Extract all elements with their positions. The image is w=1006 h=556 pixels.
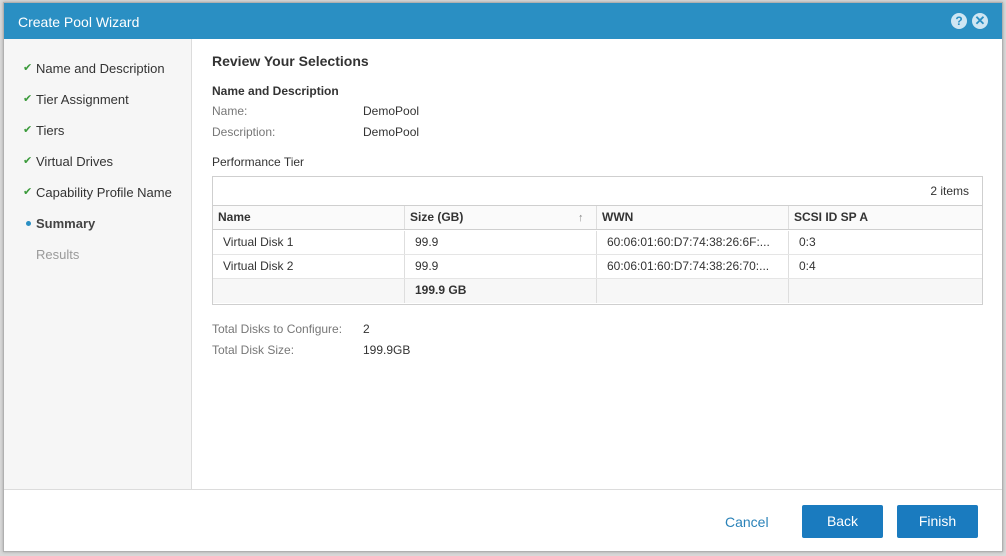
column-header-scsi-id[interactable]: SCSI ID SP A bbox=[789, 206, 982, 229]
cell-scsi-id: 0:3 bbox=[799, 235, 816, 249]
performance-tier-grid: 2 items Name Size (GB) ↑ WWN SCSI ID SP … bbox=[212, 176, 983, 305]
dialog-title: Create Pool Wizard bbox=[18, 14, 140, 30]
help-icon[interactable]: ? bbox=[951, 13, 967, 29]
name-label: Name: bbox=[212, 104, 248, 118]
table-row[interactable]: Virtual Disk 2 99.9 60:06:01:60:D7:74:38… bbox=[213, 255, 982, 279]
cell-wwn: 60:06:01:60:D7:74:38:26:6F:... bbox=[597, 231, 789, 254]
cell-scsi-id: 0:4 bbox=[799, 259, 816, 273]
cell-size: 99.9 bbox=[405, 231, 597, 254]
check-icon: ✔ bbox=[23, 93, 33, 105]
description-label: Description: bbox=[212, 125, 276, 139]
total-disks-label: Total Disks to Configure: bbox=[212, 322, 343, 336]
check-icon: ✔ bbox=[23, 186, 33, 198]
sort-ascending-icon[interactable]: ↑ bbox=[578, 211, 588, 225]
total-size-label: Total Disk Size: bbox=[212, 343, 295, 357]
step-capability-profile-name[interactable]: ✔ Capability Profile Name bbox=[4, 183, 190, 205]
item-count: 2 items bbox=[930, 184, 969, 198]
cancel-button[interactable]: Cancel bbox=[725, 514, 769, 530]
column-header-size-label: Size (GB) bbox=[410, 210, 464, 224]
step-name-and-description[interactable]: ✔ Name and Description bbox=[4, 59, 190, 81]
step-label: Capability Profile Name bbox=[36, 185, 172, 200]
cell-size: 99.9 bbox=[405, 255, 597, 278]
total-cell-size: 199.9 GB bbox=[405, 279, 597, 303]
dialog-titlebar: Create Pool Wizard ? ✕ bbox=[4, 3, 1002, 39]
page-title: Review Your Selections bbox=[212, 53, 369, 69]
finish-button[interactable]: Finish bbox=[897, 505, 978, 538]
name-description-section-title: Name and Description bbox=[212, 84, 339, 98]
cell-wwn: 60:06:01:60:D7:74:38:26:70:... bbox=[597, 255, 789, 278]
step-label: Virtual Drives bbox=[36, 154, 114, 169]
check-icon: ✔ bbox=[23, 124, 33, 136]
close-icon[interactable]: ✕ bbox=[972, 13, 988, 29]
total-cell-wwn bbox=[597, 279, 789, 303]
step-label: Tiers bbox=[36, 123, 65, 138]
description-value: DemoPool bbox=[363, 125, 420, 139]
column-header-name[interactable]: Name bbox=[213, 206, 405, 229]
check-icon: ✔ bbox=[23, 155, 33, 167]
name-value: DemoPool bbox=[363, 104, 420, 118]
current-step-bullet-icon bbox=[26, 221, 31, 226]
check-icon: ✔ bbox=[23, 62, 33, 74]
column-header-size[interactable]: Size (GB) ↑ bbox=[405, 206, 597, 229]
step-results: Results bbox=[4, 245, 190, 267]
review-content: Review Your Selections Name and Descript… bbox=[212, 39, 992, 489]
table-total-row: 199.9 GB bbox=[213, 279, 982, 303]
total-cell-scsi-id bbox=[789, 279, 982, 303]
back-button[interactable]: Back bbox=[802, 505, 883, 538]
table-row[interactable]: Virtual Disk 1 99.9 60:06:01:60:D7:74:38… bbox=[213, 231, 982, 255]
total-cell-name bbox=[213, 279, 405, 303]
total-disks-value: 2 bbox=[363, 322, 370, 336]
step-label: Name and Description bbox=[36, 61, 165, 76]
cell-name: Virtual Disk 1 bbox=[213, 231, 405, 254]
step-label: Tier Assignment bbox=[36, 92, 129, 107]
dialog-footer: Cancel Back Finish bbox=[4, 489, 1002, 551]
grid-header-row: Name Size (GB) ↑ WWN SCSI ID SP A bbox=[213, 205, 982, 230]
step-summary[interactable]: Summary bbox=[4, 214, 190, 236]
step-tiers[interactable]: ✔ Tiers bbox=[4, 121, 190, 143]
step-virtual-drives[interactable]: ✔ Virtual Drives bbox=[4, 152, 190, 174]
step-label: Results bbox=[36, 247, 80, 262]
total-size-value: 199.9GB bbox=[363, 343, 411, 357]
step-label: Summary bbox=[36, 216, 96, 231]
wizard-steps-sidebar: ✔ Name and Description ✔ Tier Assignment… bbox=[4, 39, 192, 489]
step-tier-assignment[interactable]: ✔ Tier Assignment bbox=[4, 90, 190, 112]
create-pool-wizard-dialog: Create Pool Wizard ? ✕ ✔ Name and Descri… bbox=[3, 2, 1003, 552]
performance-tier-label: Performance Tier bbox=[212, 155, 305, 169]
cell-name: Virtual Disk 2 bbox=[213, 255, 405, 278]
column-header-wwn[interactable]: WWN bbox=[597, 206, 789, 229]
